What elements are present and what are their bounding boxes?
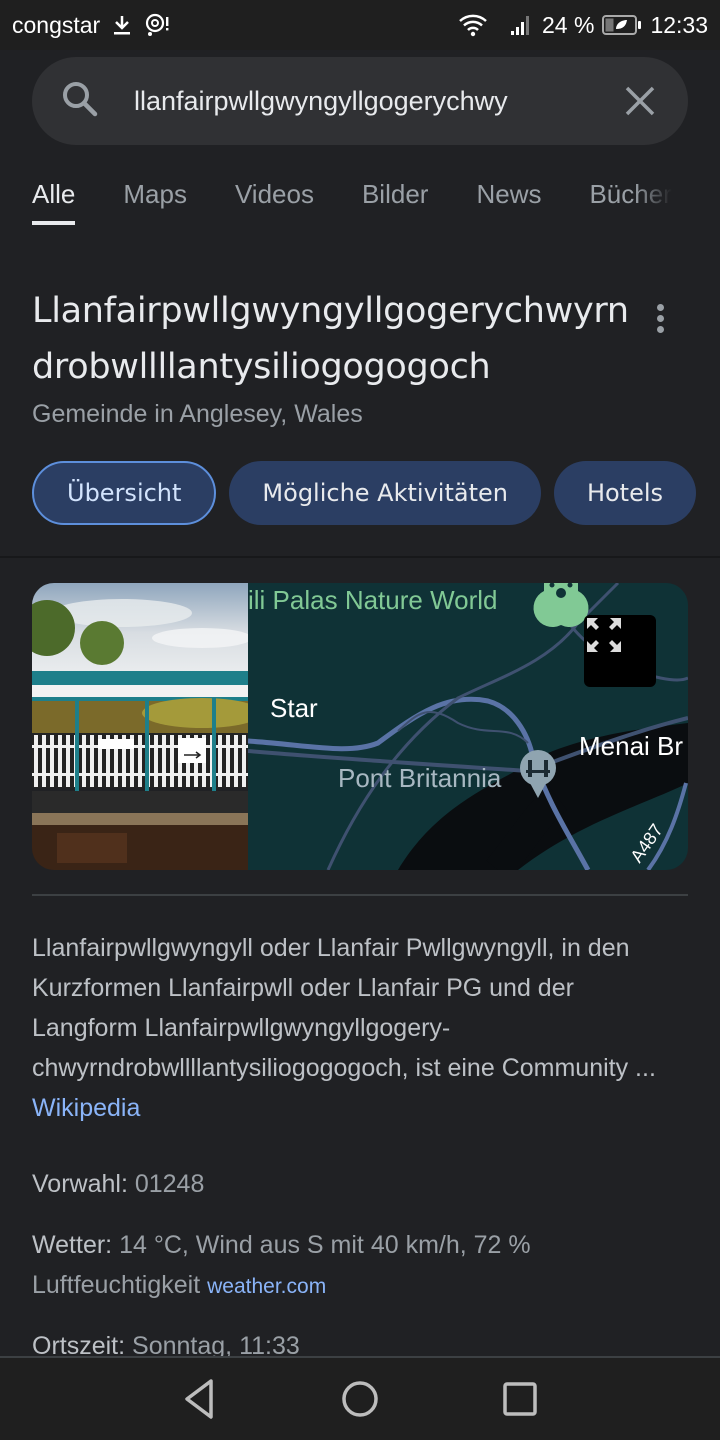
fact-vorwahl: Vorwahl: 01248 bbox=[32, 1164, 672, 1204]
fact-value: 01248 bbox=[134, 1170, 205, 1198]
fact-key: Vorwahl: bbox=[32, 1170, 128, 1198]
carrier-name: congstar bbox=[12, 11, 101, 38]
map-label-menai: Menai Br bbox=[579, 731, 684, 761]
chip-row: Übersicht Mögliche Aktivitäten Hotels bbox=[32, 461, 720, 525]
content-divider bbox=[32, 894, 688, 896]
location-alert-icon bbox=[144, 12, 172, 38]
fact-key: Wetter: bbox=[32, 1231, 113, 1259]
signal-icon bbox=[510, 14, 534, 36]
system-nav-bar bbox=[0, 1356, 720, 1440]
nature-world-pin bbox=[533, 583, 589, 628]
tab-news[interactable]: News bbox=[476, 172, 541, 228]
map-label-pont-britannia: Pont Britannia bbox=[338, 763, 502, 793]
chip-uebersicht[interactable]: Übersicht bbox=[32, 461, 217, 525]
back-icon[interactable] bbox=[170, 1369, 230, 1429]
map-label-star: Star bbox=[270, 693, 318, 723]
tab-videos[interactable]: Videos bbox=[235, 172, 314, 228]
wikipedia-link[interactable]: Wikipedia bbox=[32, 1094, 140, 1122]
battery-saver-icon bbox=[602, 14, 642, 36]
status-bar: congstar 24 % 12:33 bbox=[0, 0, 720, 50]
map-label-nature-world: ili Palas Nature World bbox=[248, 585, 498, 615]
clock: 12:33 bbox=[650, 11, 708, 38]
close-icon[interactable] bbox=[620, 81, 660, 121]
chip-moegliche-aktivitaeten[interactable]: Mögliche Aktivitäten bbox=[229, 461, 541, 525]
home-icon[interactable] bbox=[330, 1369, 390, 1429]
fact-wetter: Wetter: 14 °C, Wind aus S mit 40 km/h, 7… bbox=[32, 1225, 672, 1307]
more-options-icon[interactable] bbox=[645, 298, 675, 338]
tab-alle[interactable]: Alle bbox=[32, 172, 76, 228]
search-input[interactable] bbox=[134, 85, 608, 117]
search-bar[interactable] bbox=[32, 57, 688, 145]
section-divider bbox=[0, 556, 720, 558]
expand-map-button[interactable] bbox=[584, 615, 656, 687]
battery-percent: 24 % bbox=[542, 11, 595, 38]
tab-maps[interactable]: Maps bbox=[123, 172, 187, 228]
download-icon bbox=[110, 13, 134, 37]
tab-buecher[interactable]: Bücher bbox=[589, 172, 671, 228]
description-text: Llanfairpwllgwyngyll oder Llanfair Pwllg… bbox=[32, 934, 656, 1082]
tab-bilder[interactable]: Bilder bbox=[362, 172, 428, 228]
fullscreen-icon bbox=[587, 618, 621, 652]
entity-title: Llanfairpwllgwyngyllgogerychwyrndrobwlll… bbox=[32, 291, 629, 387]
search-icon[interactable] bbox=[60, 79, 100, 124]
recents-icon[interactable] bbox=[490, 1369, 550, 1429]
media-row: ili Palas Nature World Star Pont Britann… bbox=[32, 583, 688, 870]
weather-source-link[interactable]: weather.com bbox=[207, 1275, 326, 1298]
entity-description: Llanfairpwllgwyngyll oder Llanfair Pwllg… bbox=[32, 928, 672, 1128]
entity-subtitle: Gemeinde in Anglesey, Wales bbox=[32, 400, 363, 428]
wifi-icon bbox=[458, 13, 488, 37]
map-preview[interactable]: ili Palas Nature World Star Pont Britann… bbox=[248, 583, 688, 870]
search-tabs: Alle Maps Videos Bilder News Bücher bbox=[32, 172, 720, 228]
chip-hotels[interactable]: Hotels bbox=[553, 461, 697, 525]
station-photo[interactable] bbox=[32, 583, 248, 870]
